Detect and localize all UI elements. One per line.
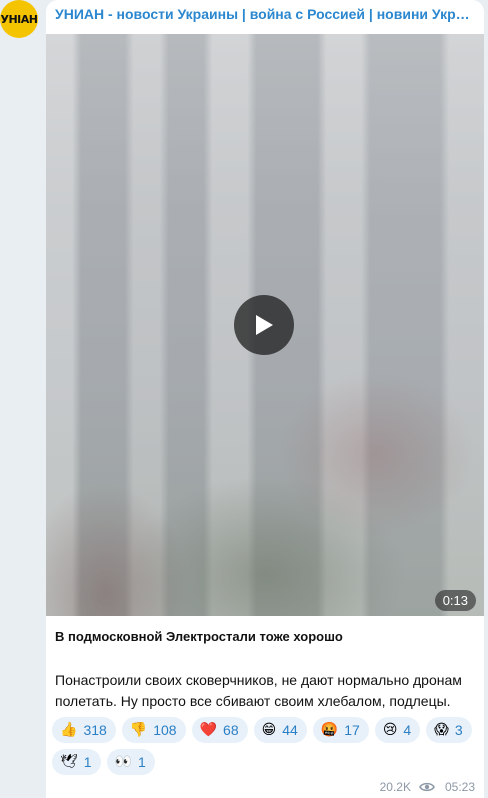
scream-face-icon: 😱: [434, 722, 449, 738]
dove-icon: 🕊: [60, 754, 78, 770]
reaction-count: 4: [403, 722, 412, 738]
message-bubble: УНИАН - новости Украины | война с Россие…: [46, 0, 484, 798]
eyes-icon: 👀: [114, 754, 133, 770]
reaction-grin[interactable]: 😁 44: [253, 717, 307, 743]
reaction-thumbs-up[interactable]: 👍 318: [52, 717, 116, 743]
reaction-heart[interactable]: ❤️ 68: [191, 717, 248, 743]
reaction-count: 68: [223, 722, 239, 738]
reaction-count: 1: [83, 754, 92, 770]
reaction-count: 17: [344, 722, 360, 738]
reaction-count: 318: [83, 722, 107, 738]
reaction-scream[interactable]: 😱 3: [426, 717, 472, 743]
thumbs-down-icon: 👎: [129, 722, 148, 738]
reaction-dove[interactable]: 🕊 1: [52, 749, 101, 775]
message-meta: 20.2K 05:23: [380, 780, 475, 794]
post-body: Понастроили своих сковерчников, не дают …: [55, 672, 462, 709]
heart-icon: ❤️: [199, 722, 218, 738]
reaction-count: 1: [138, 754, 146, 770]
reaction-count: 44: [282, 722, 298, 738]
view-count: 20.2K: [379, 780, 411, 794]
reaction-angry[interactable]: 🤬 17: [312, 717, 369, 743]
thumbs-up-icon: 👍: [60, 722, 78, 738]
video-duration: 0:13: [434, 590, 476, 611]
message-time: 05:23: [444, 780, 475, 794]
eye-icon: [419, 782, 435, 792]
angry-face-icon: 🤬: [320, 722, 339, 738]
post-title: В подмосковной Электростали тоже хорошо: [55, 629, 343, 644]
play-icon: [256, 315, 273, 335]
grin-face-icon: 😁: [261, 722, 277, 738]
channel-logo-text: УНIАН: [0, 12, 39, 26]
video-player[interactable]: 0:13: [46, 34, 484, 616]
reaction-eyes[interactable]: 👀 1: [106, 749, 155, 775]
play-button[interactable]: [234, 295, 294, 355]
reaction-count: 108: [153, 722, 177, 738]
crying-face-icon: 😢: [382, 722, 398, 738]
channel-avatar[interactable]: УНIАН: [0, 0, 38, 38]
channel-name[interactable]: УНИАН - новости Украины | война с Россие…: [55, 6, 475, 22]
reaction-thumbs-down[interactable]: 👎 108: [121, 717, 186, 743]
reaction-count: 3: [454, 722, 463, 738]
reactions-bar: 👍 318 👎 108 ❤️ 68 😁 44 🤬 17 😢 4 😱 3 🕊 1 …: [52, 717, 480, 775]
reaction-crying[interactable]: 😢 4: [374, 717, 421, 743]
